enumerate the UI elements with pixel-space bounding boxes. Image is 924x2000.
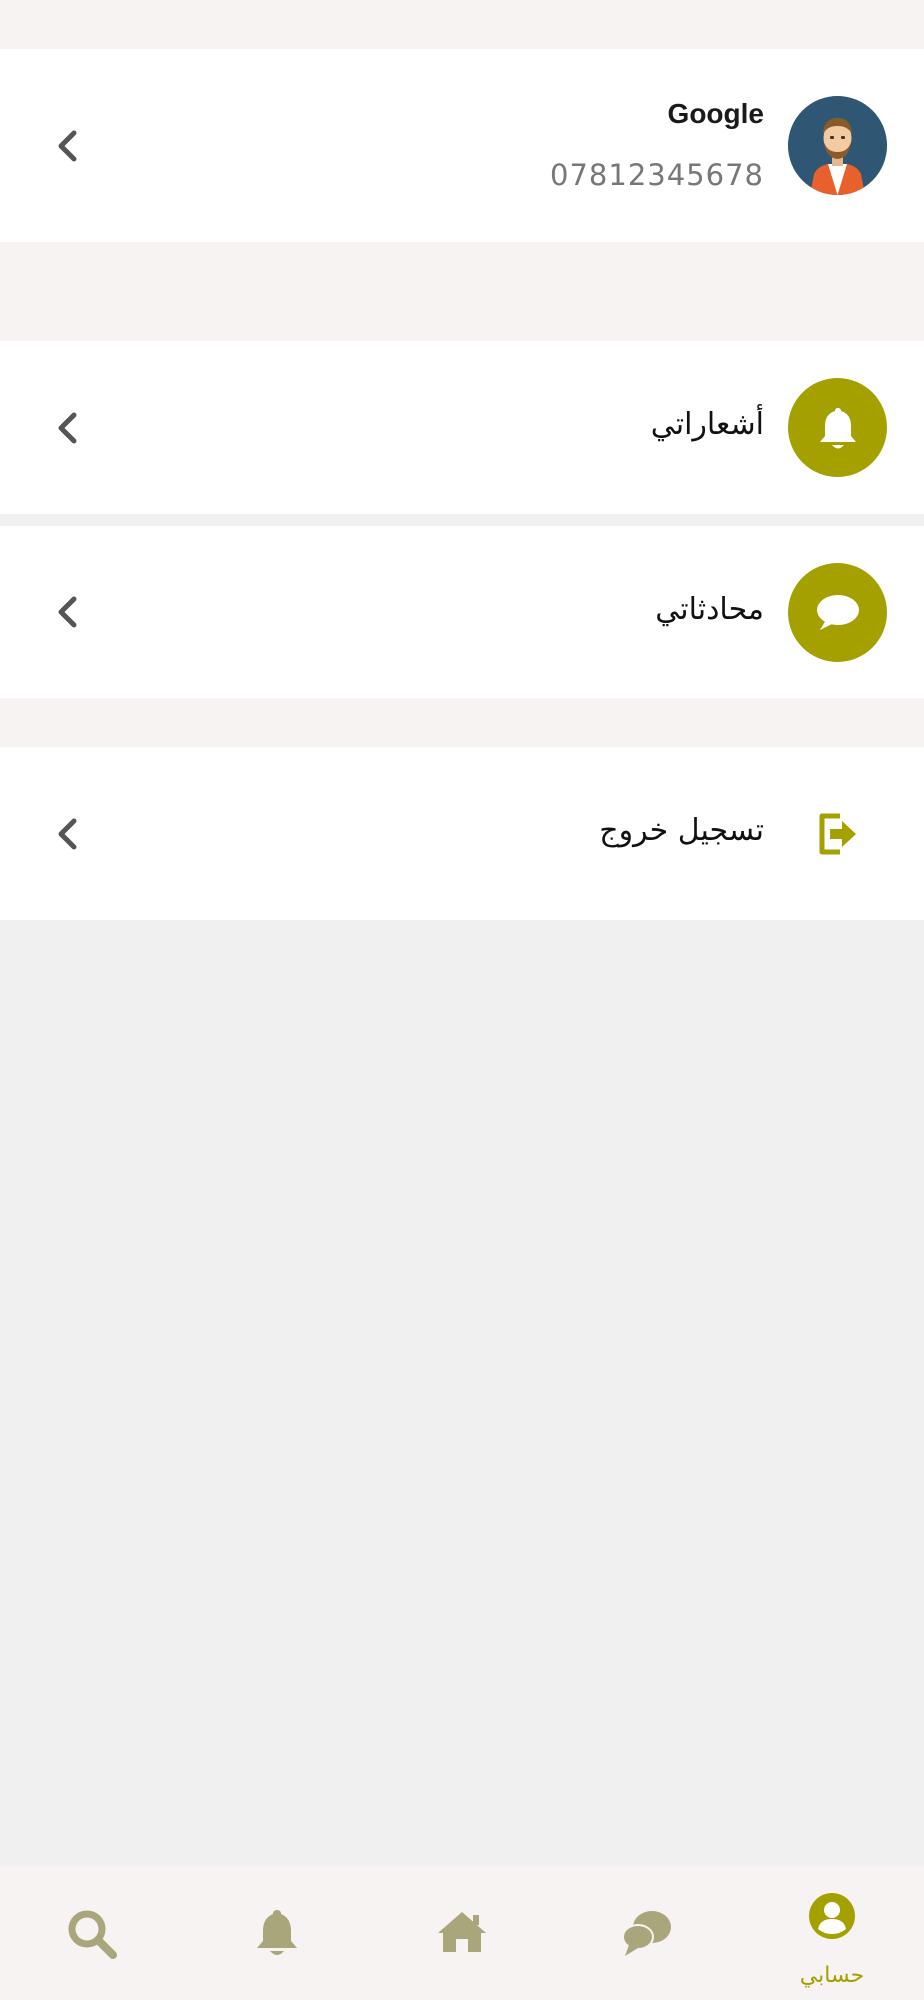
nav-item-notifications[interactable] [217, 1867, 337, 2000]
search-icon [68, 1910, 117, 1959]
chevron-left-icon [50, 408, 84, 448]
menu-item-logout[interactable]: تسجيل خروج [0, 747, 924, 920]
menu-item-chats[interactable]: محادثاتي [0, 526, 924, 698]
home-icon [438, 1912, 486, 1952]
profile-row[interactable]: Google 07812345678 [0, 49, 924, 242]
logout-icon [816, 812, 860, 856]
section-spacer [0, 242, 924, 341]
nav-item-home[interactable] [402, 1867, 522, 2000]
nav-label-account: حسابي [799, 1963, 865, 1988]
bell-icon [257, 1910, 297, 1955]
menu-item-notifications[interactable]: أشعاراتي [0, 341, 924, 514]
nav-item-search[interactable] [32, 1867, 152, 2000]
profile-name: Google [667, 98, 764, 129]
profile-phone: 07812345678 [550, 158, 764, 192]
divider [0, 514, 924, 526]
menu-item-label: أشعاراتي [650, 407, 764, 442]
menu-item-label: محادثاتي [655, 592, 764, 627]
avatar [788, 96, 887, 195]
nav-item-account[interactable]: حسابي [772, 1867, 892, 2000]
menu-item-label: تسجيل خروج [599, 813, 764, 848]
nav-item-chats[interactable] [587, 1867, 707, 2000]
chat-bubble-icon [788, 563, 887, 662]
section-spacer [0, 698, 924, 747]
chats-icon [622, 1911, 671, 1956]
chevron-left-icon [50, 592, 84, 632]
bell-icon [788, 378, 887, 477]
account-icon [809, 1893, 855, 1939]
avatar-icon [788, 96, 887, 195]
chevron-left-icon [50, 814, 84, 854]
chevron-left-icon [50, 126, 84, 166]
top-strip [0, 0, 924, 49]
bottom-nav: حسابي [0, 1867, 924, 2000]
